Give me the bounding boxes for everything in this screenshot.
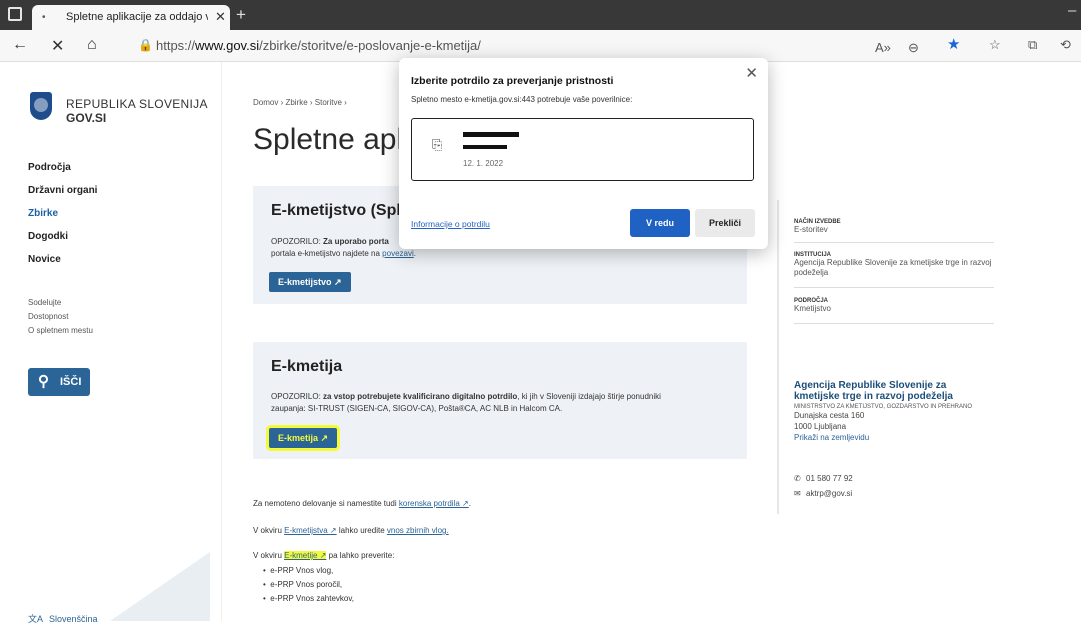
redacted-issuer — [463, 145, 507, 149]
minimize-icon[interactable]: – — [1068, 2, 1076, 19]
card-text: portala e-kmetijstvo najdete na povezavi… — [271, 249, 416, 258]
browser-tab-bar: • Spletne aplikacije za oddajo vlog ✕ + … — [0, 0, 1081, 30]
zoom-icon[interactable]: ⊖ — [908, 40, 919, 56]
sidebar: REPUBLIKA SLOVENIJA GOV.SI Področja Drža… — [0, 62, 222, 624]
e-kmetijstvo-button[interactable]: E-kmetijstvo ↗ — [269, 272, 351, 292]
list-item: • e-PRP Vnos poročil, — [263, 580, 343, 589]
tab-title: Spletne aplikacije za oddajo vlog — [66, 11, 208, 23]
certificate-icon: ⎘ — [432, 137, 443, 152]
favorites-icon[interactable]: ☆ — [989, 37, 1001, 53]
dialog-subtitle: Spletno mesto e-kmetija.gov.si:443 potre… — [411, 95, 633, 104]
agency-name: Agencija Republike Slovenije za kmetijsk… — [794, 380, 953, 402]
translate-icon: 文A — [28, 614, 44, 624]
search-button[interactable]: ⚲ IŠČI — [28, 368, 90, 396]
back-icon[interactable]: ← — [12, 36, 28, 54]
card-text: zaupanja: SI-TRUST (SIGEN-CA, SIGOV-CA),… — [271, 404, 563, 413]
card-e-kmetija: E-kmetija OPOZORILO: za vstop potrebujet… — [253, 342, 747, 459]
sidebar-item-drzavni-organi[interactable]: Državni organi — [28, 185, 97, 208]
meta-nacin: NAČIN IZVEDBE E-storitev — [794, 219, 994, 243]
city: 1000 Ljubljana — [794, 422, 847, 431]
logo-title[interactable]: REPUBLIKA SLOVENIJA — [66, 97, 208, 111]
e-kmetija-button[interactable]: E-kmetija ↗ — [269, 428, 338, 448]
sidebar-item-zbirke[interactable]: Zbirke — [28, 208, 97, 231]
tab-close-icon[interactable]: ✕ — [215, 9, 226, 25]
collections-icon[interactable]: ⧉ — [1028, 37, 1037, 53]
mail-icon: ✉ — [794, 489, 801, 498]
card-title: E-kmetija — [271, 358, 343, 375]
lock-icon[interactable]: 🔒 — [138, 38, 153, 52]
e-kmetijstva-link[interactable]: E-kmetijstva ↗ — [284, 526, 337, 535]
service-list: • e-PRP Vnos vlog, • e-PRP Vnos poročil,… — [263, 566, 354, 608]
ok-button[interactable]: V redu — [630, 209, 690, 237]
stop-icon[interactable]: ✕ — [51, 36, 64, 56]
coat-of-arms-logo[interactable] — [30, 92, 52, 120]
decorative-shape — [110, 552, 210, 621]
link-o-spletnem-mestu[interactable]: O spletnem mestu — [28, 326, 93, 340]
certificate-date: 12. 1. 2022 — [463, 159, 504, 168]
language-switch[interactable]: 文A Slovenščina — [28, 612, 98, 625]
e-kmetija-button-label: E-kmetija ↗ — [278, 433, 329, 443]
list-item: • e-PRP Vnos zahtevkov, — [263, 594, 354, 603]
breadcrumb[interactable]: Domov › Zbirke › Storitve › — [253, 98, 347, 107]
search-label: IŠČI — [60, 376, 82, 388]
sidebar-item-dogodki[interactable]: Dogodki — [28, 231, 97, 254]
card-title: E-kmetijstvo (Sple — [271, 202, 410, 219]
redacted-name — [463, 132, 519, 137]
language-label: Slovenščina — [49, 614, 98, 624]
sidebar-footer-links: Sodelujte Dostopnost O spletnem mestu — [28, 298, 93, 340]
list-item: • e-PRP Vnos vlog, — [263, 566, 334, 575]
sidebar-nav: Področja Državni organi Zbirke Dogodki N… — [28, 162, 97, 277]
page-title: Spletne aplik — [253, 123, 413, 156]
tab-actions-icon[interactable] — [8, 7, 22, 21]
history-icon[interactable]: ⟲ — [1060, 37, 1071, 53]
cancel-button[interactable]: Prekliči — [695, 209, 755, 237]
vnos-zbirnih-vlog-link[interactable]: vnos zbirnih vlog. — [387, 526, 449, 535]
street: Dunajska cesta 160 — [794, 411, 865, 420]
meta-podrocja: PODROČJA Kmetijstvo — [794, 298, 994, 324]
certificate-info-link[interactable]: Informacije o potrdilu — [411, 219, 490, 229]
sidebar-item-podrocja[interactable]: Področja — [28, 162, 97, 185]
map-link[interactable]: Prikaži na zemljevidu — [794, 432, 994, 443]
favorite-star-icon[interactable]: ★ — [947, 35, 960, 53]
dialog-close-icon[interactable]: ✕ — [745, 64, 758, 82]
search-icon: ⚲ — [38, 373, 49, 390]
certificate-dialog: ✕ Izberite potrdilo za preverjanje prist… — [399, 58, 768, 249]
sidebar-item-novice[interactable]: Novice — [28, 254, 97, 277]
paragraph-e-kmetija: V okviru E-kmetije ↗ pa lahko preverite: — [253, 551, 395, 560]
new-tab-icon[interactable]: + — [236, 5, 246, 25]
dialog-title: Izberite potrdilo za preverjanje pristno… — [411, 75, 614, 87]
divider — [777, 362, 779, 514]
phone[interactable]: ✆ 01 580 77 92 — [794, 474, 853, 483]
favicon-icon: • — [42, 12, 46, 23]
address-bar[interactable]: 🔒 https://www.gov.si/zbirke/storitve/e-p… — [118, 33, 1068, 59]
email[interactable]: ✉ aktrp@gov.si — [794, 489, 852, 498]
paragraph-root-certs: Za nemoteno delovanje si namestite tudi … — [253, 499, 471, 508]
link-dostopnost[interactable]: Dostopnost — [28, 312, 93, 326]
e-kmetije-link[interactable]: E-kmetije ↗ — [284, 551, 327, 560]
certificate-option[interactable]: ⎘ 12. 1. 2022 — [411, 118, 754, 181]
read-aloud-icon[interactable]: A» — [875, 40, 891, 55]
paragraph-e-kmetijstvo: V okviru E-kmetijstva ↗ lahko uredite vn… — [253, 526, 449, 535]
card-warning: OPOZORILO: za vstop potrebujete kvalific… — [271, 392, 661, 401]
home-icon[interactable]: ⌂ — [87, 36, 97, 54]
korenska-potrdila-link[interactable]: korenska potrdila ↗ — [399, 499, 469, 508]
divider — [777, 200, 779, 376]
url-text: https://www.gov.si/zbirke/storitve/e-pos… — [156, 38, 481, 53]
phone-icon: ✆ — [794, 474, 801, 483]
link-sodelujte[interactable]: Sodelujte — [28, 298, 93, 312]
logo-subtitle[interactable]: GOV.SI — [66, 111, 106, 125]
meta-institucija: INSTITUCIJA Agencija Republike Slovenije… — [794, 252, 994, 288]
agency-contact: Agencija Republike Slovenije za kmetijsk… — [794, 380, 994, 443]
browser-tab[interactable]: • Spletne aplikacije za oddajo vlog ✕ — [32, 5, 230, 30]
povezavi-link[interactable]: povezavi — [382, 249, 414, 258]
